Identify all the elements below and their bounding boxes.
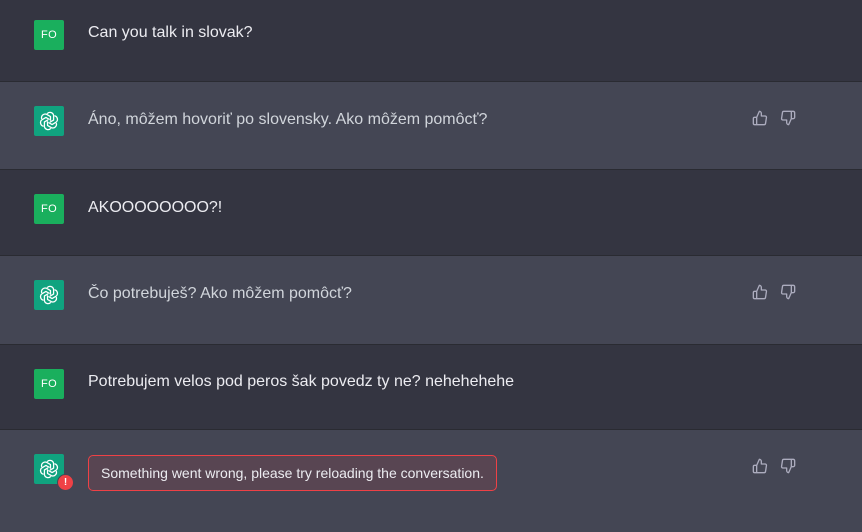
- user-avatar: FO: [34, 20, 64, 50]
- error-badge-icon: !: [57, 474, 74, 491]
- conversation-thread: FO Can you talk in slovak? Áno, môžem ho…: [0, 0, 862, 532]
- thumbs-up-icon[interactable]: [751, 457, 769, 475]
- message-text: Can you talk in slovak?: [88, 24, 253, 41]
- message-text: AKOOOOOOOO?!: [88, 199, 223, 216]
- thumbs-up-icon[interactable]: [751, 283, 769, 301]
- feedback-controls: [751, 457, 797, 475]
- thumbs-down-icon[interactable]: [779, 109, 797, 127]
- user-message: FO AKOOOOOOOO?!: [0, 170, 862, 256]
- openai-logo-icon: [34, 280, 64, 310]
- message-text: Áno, môžem hovoriť po slovensky. Ako môž…: [88, 111, 488, 128]
- assistant-message: Čo potrebuješ? Ako môžem pomôcť?: [0, 256, 862, 345]
- user-avatar: FO: [34, 369, 64, 399]
- feedback-controls: [751, 109, 797, 127]
- thumbs-down-icon[interactable]: [779, 283, 797, 301]
- message-text: Potrebujem velos pod peros šak povedz ty…: [88, 373, 515, 390]
- assistant-message: Áno, môžem hovoriť po slovensky. Ako môž…: [0, 82, 862, 170]
- openai-logo-icon: [34, 106, 64, 136]
- user-message: FO Can you talk in slovak?: [0, 0, 862, 82]
- feedback-controls: [751, 283, 797, 301]
- user-avatar: FO: [34, 194, 64, 224]
- error-message: Something went wrong, please try reloadi…: [88, 455, 497, 491]
- assistant-message: ! Something went wrong, please try reloa…: [0, 430, 862, 532]
- thumbs-up-icon[interactable]: [751, 109, 769, 127]
- message-text: Čo potrebuješ? Ako môžem pomôcť?: [88, 285, 352, 302]
- thumbs-down-icon[interactable]: [779, 457, 797, 475]
- user-message: FO Potrebujem velos pod peros šak povedz…: [0, 345, 862, 430]
